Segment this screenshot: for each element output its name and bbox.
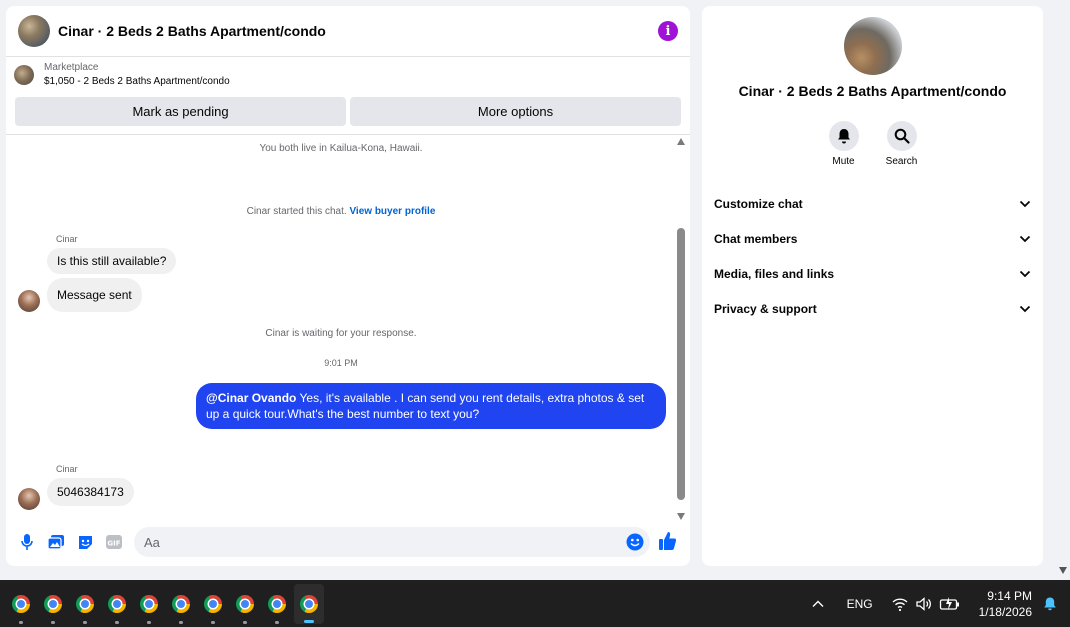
taskbar-chrome-window[interactable] [37,580,69,627]
quick-actions: Mute Search [702,121,1043,167]
battery-charging-icon[interactable] [939,595,961,613]
microphone-icon[interactable] [16,531,38,553]
page-scroll-down-arrow-icon[interactable] [1059,567,1067,574]
search-button[interactable]: Search [885,121,918,167]
thumbs-up-icon[interactable] [658,531,680,553]
message-timestamp: 9:01 PM [324,358,358,368]
search-icon[interactable] [886,121,917,151]
chevron-down-icon [1019,200,1031,207]
system-tray: ENG 9:14 PM 1/18/2026 [811,580,1070,627]
mute-label: Mute [832,156,855,167]
emoji-icon[interactable] [626,533,644,551]
listing-summary[interactable]: Marketplace $1,050 - 2 Beds 2 Baths Apar… [6,57,690,93]
clock[interactable]: 9:14 PM 1/18/2026 [979,588,1032,620]
section-media-files-links[interactable]: Media, files and links [714,256,1031,291]
volume-icon[interactable] [915,595,933,613]
conversation-info-panel: Cinar · 2 Beds 2 Baths Apartment/condo M… [702,6,1043,566]
taskbar-chrome-window[interactable] [133,580,165,627]
message-composer: GIF [6,518,690,566]
chrome-icon [236,594,254,613]
taskbar-chrome-window[interactable] [69,580,101,627]
notification-bell-icon[interactable] [1042,596,1058,612]
view-buyer-profile-link[interactable]: View buyer profile [349,206,435,217]
chrome-icon [108,594,126,613]
chrome-icon [76,594,94,613]
listing-avatar[interactable] [18,15,50,47]
info-icon[interactable]: i [658,21,678,41]
info-title: Cinar · 2 Beds 2 Baths Apartment/condo [738,83,1007,99]
taskbar-chrome-window[interactable] [261,580,293,627]
taskbar-chrome-window[interactable] [165,580,197,627]
chrome-icon [268,594,286,613]
chevron-down-icon [1019,305,1031,312]
taskbar-chrome-window[interactable] [101,580,133,627]
sender-name: Cinar [56,234,78,244]
chrome-icon [204,594,222,613]
section-label: Chat members [714,231,798,246]
incoming-message[interactable]: 5046384173 [47,478,134,506]
wifi-icon[interactable] [891,595,909,613]
search-label: Search [885,156,918,167]
listing-thumbnail [14,65,34,85]
sticker-icon[interactable] [74,531,96,553]
listing-description: $1,050 - 2 Beds 2 Baths Apartment/condo [44,76,230,87]
message-input-wrapper[interactable] [134,527,650,557]
chevron-down-icon [1019,235,1031,242]
scroll-thumb[interactable] [677,228,685,500]
mention[interactable]: @Cinar Ovando [206,391,296,405]
chrome-icon [12,594,30,613]
outgoing-message[interactable]: @Cinar Ovando Yes, it's available . I ca… [196,383,666,429]
chevron-up-icon[interactable] [811,597,825,611]
clock-date: 1/18/2026 [978,604,1032,619]
chrome-icon [300,594,318,613]
chat-scrollbar[interactable] [676,138,686,520]
mark-pending-button[interactable]: Mark as pending [15,97,346,126]
info-sections: Customize chat Chat members Media, files… [714,186,1031,326]
svg-text:GIF: GIF [107,540,120,548]
chat-title: Cinar · 2 Beds 2 Baths Apartment/condo [58,23,326,39]
language-indicator[interactable]: ENG [847,597,873,611]
chat-panel: Cinar · 2 Beds 2 Baths Apartment/condo i… [6,6,690,566]
section-label: Media, files and links [714,266,835,281]
divider [6,134,690,135]
taskbar-apps [0,580,325,627]
sender-avatar[interactable] [18,290,40,312]
mute-button[interactable]: Mute [828,121,859,167]
listing-actions: Mark as pending More options [6,93,690,127]
chevron-down-icon [1019,270,1031,277]
chat-started-text: Cinar started this chat. [246,206,347,217]
location-note: You both live in Kailua-Kona, Hawaii. [259,143,423,154]
incoming-message[interactable]: Is this still available? [47,248,177,274]
listing-label: Marketplace [44,62,99,73]
section-label: Privacy & support [714,301,817,316]
gif-icon[interactable]: GIF [103,531,125,553]
chat-started-note: Cinar started this chat. View buyer prof… [6,206,676,217]
message-input[interactable] [144,534,626,550]
sender-avatar[interactable] [18,488,40,510]
clock-time: 9:14 PM [987,588,1032,603]
section-label: Customize chat [714,196,803,211]
section-privacy-support[interactable]: Privacy & support [714,291,1031,326]
taskbar: ENG 9:14 PM 1/18/2026 [0,580,1070,627]
bell-icon[interactable] [828,121,859,151]
chrome-icon [172,594,190,613]
taskbar-chrome-window[interactable] [5,580,37,627]
taskbar-chrome-window[interactable] [197,580,229,627]
taskbar-chrome-window[interactable] [229,580,261,627]
chrome-icon [44,594,62,613]
section-customize-chat[interactable]: Customize chat [714,186,1031,221]
chat-header: Cinar · 2 Beds 2 Baths Apartment/condo i [6,6,690,57]
waiting-note: Cinar is waiting for your response. [265,328,417,339]
more-options-button[interactable]: More options [350,97,681,126]
chrome-icon [140,594,158,613]
section-chat-members[interactable]: Chat members [714,221,1031,256]
photo-icon[interactable] [45,531,67,553]
message-list: You both live in Kailua-Kona, Hawaii. Ci… [6,136,676,516]
taskbar-chrome-window-active[interactable] [294,583,324,624]
scroll-up-arrow-icon[interactable] [677,138,685,145]
sender-name: Cinar [56,464,78,474]
incoming-message[interactable]: Message sent [47,278,142,312]
listing-avatar-large[interactable] [844,17,902,75]
